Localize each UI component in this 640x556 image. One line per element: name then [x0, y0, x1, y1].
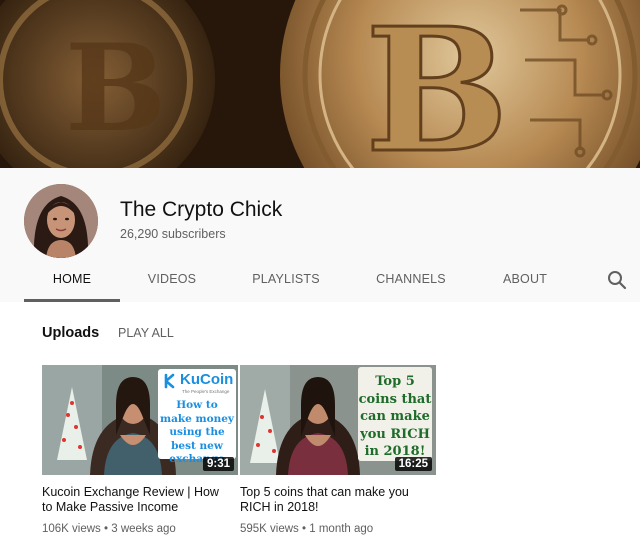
view-count: 106K views — [42, 523, 101, 535]
video-meta: 106K views • 3 weeks ago — [42, 523, 238, 535]
avatar-image — [24, 184, 98, 258]
tab-home[interactable]: HOME — [24, 262, 120, 302]
video-card[interactable]: Top 5 coins that can make you RICH in 20… — [240, 365, 436, 535]
video-duration: 9:31 — [202, 457, 234, 471]
view-count: 595K views — [240, 523, 299, 535]
upload-age: 1 month ago — [309, 523, 374, 535]
video-thumbnail[interactable]: KuCoin The People's Exchange How to make… — [42, 365, 238, 475]
channel-header: The Crypto Chick 26,290 subscribers HOME… — [0, 168, 640, 302]
video-meta: 595K views • 1 month ago — [240, 523, 436, 535]
channel-banner: B B — [0, 0, 640, 168]
play-all-button[interactable]: PLAY ALL — [118, 326, 174, 340]
tab-channels[interactable]: CHANNELS — [364, 262, 458, 300]
kucoin-k-icon — [164, 373, 175, 389]
tab-videos[interactable]: VIDEOS — [126, 262, 218, 300]
search-icon[interactable] — [606, 269, 628, 291]
uploads-heading[interactable]: Uploads — [42, 325, 99, 341]
kucoin-logo: KuCoin — [162, 371, 236, 391]
channel-name: The Crypto Chick — [120, 198, 283, 221]
tab-playlists[interactable]: PLAYLISTS — [236, 262, 336, 300]
channel-tabs: HOME VIDEOS PLAYLISTS CHANNELS ABOUT — [24, 262, 640, 302]
bitcoin-coin-image: B B — [0, 0, 640, 168]
tab-about[interactable]: ABOUT — [488, 262, 562, 300]
video-thumbnail[interactable]: Top 5 coins that can make you RICH in 20… — [240, 365, 436, 475]
thumbnail-caption: Top 5 coins that can make you RICH in 20… — [358, 374, 432, 459]
video-duration: 16:25 — [394, 457, 432, 471]
video-title[interactable]: Top 5 coins that can make you RICH in 20… — [240, 485, 420, 515]
upload-age: 3 weeks ago — [111, 523, 176, 535]
channel-avatar[interactable] — [24, 184, 98, 258]
video-card[interactable]: KuCoin The People's Exchange How to make… — [42, 365, 238, 535]
video-title[interactable]: Kucoin Exchange Review | How to Make Pas… — [42, 485, 222, 515]
subscriber-count: 26,290 subscribers — [120, 227, 226, 241]
